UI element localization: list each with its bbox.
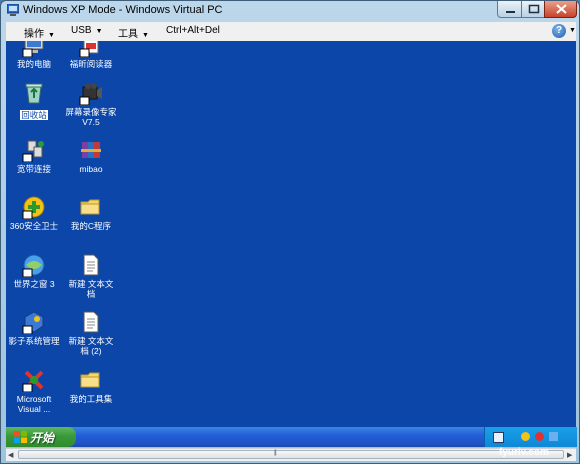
pdf-reader-icon <box>79 41 99 57</box>
menu-bar: 操作 ▼ USB ▼ 工具 ▼ Ctrl+Alt+Del ? ▼ <box>6 22 576 42</box>
desktop-icon-foxit-reader[interactable]: 福昕阅读器 <box>61 41 121 69</box>
360-security-icon <box>22 196 45 219</box>
shadow-system-icon <box>22 311 44 334</box>
system-tray <box>484 427 577 447</box>
xp-desktop: 我的电脑 福昕阅读器 回收站 屏幕录像专家 V7.5 宽带连接 mibao 36… <box>6 41 576 427</box>
desktop-icon-label: 我的C程序 <box>70 221 112 231</box>
desktop-icon-shadow-system[interactable]: 影子系统管理 <box>6 310 64 346</box>
desktop-icon-label: 福昕阅读器 <box>69 59 113 69</box>
close-icon <box>556 4 567 14</box>
desktop-icon-microsoft-visual[interactable]: Microsoft Visual ... <box>6 368 64 414</box>
windows-logo-icon <box>14 431 27 443</box>
scrollbar-grip-icon: ||| <box>274 450 277 456</box>
desktop-icon-theworld-browser[interactable]: 世界之窗 3 <box>6 253 64 289</box>
desktop-icon-label-line2: 档 (2) <box>80 346 102 356</box>
desktop-icon-label: 新建 文本文 <box>68 336 114 346</box>
virtual-pc-window: Windows XP Mode - Windows Virtual PC 操作 ▼… <box>0 0 580 464</box>
desktop-icon-label-line2: 档 <box>86 289 96 299</box>
scroll-right-icon[interactable]: ▶ <box>567 451 572 459</box>
text-document-icon <box>83 254 99 276</box>
close-button[interactable] <box>544 1 577 18</box>
tray-security-icon[interactable] <box>521 432 530 441</box>
help-chevron-icon[interactable]: ▼ <box>569 27 576 34</box>
visual-studio-icon <box>22 370 44 392</box>
tray-network-icon[interactable] <box>493 432 504 443</box>
broadband-icon <box>22 140 44 162</box>
text-document-icon <box>83 311 99 333</box>
watermark: fyuriv.com <box>499 447 549 458</box>
menu-actions-label: 操作 <box>24 29 44 40</box>
minimize-icon <box>506 11 515 13</box>
desktop-icon-label-line2: V7.5 <box>82 117 100 127</box>
help-button[interactable]: ? <box>552 24 566 38</box>
desktop-icon-my-computer[interactable]: 我的电脑 <box>6 41 64 69</box>
chevron-down-icon: ▼ <box>48 32 55 39</box>
desktop-icon-screen-recorder[interactable]: 屏幕录像专家 V7.5 <box>61 81 121 127</box>
desktop-icon-label: 世界之窗 3 <box>13 279 55 289</box>
start-button[interactable]: 开始 <box>6 427 76 447</box>
virtual-pc-icon <box>7 4 19 16</box>
desktop-icon-360-security[interactable]: 360安全卫士 <box>6 195 64 231</box>
tray-volume-icon[interactable] <box>549 432 558 441</box>
menu-usb[interactable]: USB ▼ <box>71 25 103 36</box>
start-label: 开始 <box>30 431 55 445</box>
maximize-button[interactable] <box>521 1 545 18</box>
desktop-icon-new-text-document[interactable]: 新建 文本文 档 <box>61 253 121 299</box>
menu-usb-label: USB <box>71 25 92 36</box>
desktop-icon-recycle-bin[interactable]: 回收站 <box>6 81 64 123</box>
folder-icon <box>80 199 100 215</box>
desktop-icon-label: 屏幕录像专家 <box>65 107 117 117</box>
desktop-icon-label: Microsoft <box>16 394 52 404</box>
menu-ctrl-alt-del[interactable]: Ctrl+Alt+Del <box>166 25 220 36</box>
desktop-icon-label: 宽带连接 <box>16 164 51 174</box>
recycle-bin-icon <box>25 83 43 104</box>
chevron-down-icon: ▼ <box>142 32 149 39</box>
desktop-icon-label: mibao <box>79 164 103 174</box>
folder-icon <box>80 372 100 388</box>
scrollbar-thumb[interactable] <box>18 450 564 459</box>
desktop-icon-label: 新建 文本文 <box>68 279 114 289</box>
minimize-button[interactable] <box>497 1 522 18</box>
desktop-icon-label-line2: Visual ... <box>17 404 51 414</box>
menu-tools-label: 工具 <box>118 29 138 40</box>
menu-actions[interactable]: 操作 ▼ <box>24 25 55 40</box>
desktop-icon-label: 360安全卫士 <box>9 221 59 231</box>
desktop-icon-mibao[interactable]: mibao <box>61 138 121 174</box>
computer-icon <box>22 41 44 57</box>
title-bar[interactable]: Windows XP Mode - Windows Virtual PC <box>1 1 579 21</box>
desktop-icon-label: 影子系统管理 <box>8 336 60 346</box>
scroll-left-icon[interactable]: ◀ <box>8 451 13 459</box>
browser-icon <box>22 254 45 277</box>
desktop-icon-my-toolkit[interactable]: 我的工具集 <box>61 368 121 404</box>
menu-ctrl-alt-del-label: Ctrl+Alt+Del <box>166 25 220 36</box>
window-title: Windows XP Mode - Windows Virtual PC <box>23 4 223 16</box>
menu-tools[interactable]: 工具 ▼ <box>118 25 149 40</box>
xp-taskbar: 开始 <box>6 427 577 447</box>
desktop-icon-label: 我的工具集 <box>69 394 113 404</box>
horizontal-scrollbar[interactable]: ◀ ||| ▶ <box>6 448 576 461</box>
desktop-icon-broadband[interactable]: 宽带连接 <box>6 138 64 174</box>
chevron-down-icon: ▼ <box>95 28 103 35</box>
desktop-icon-my-c-programs[interactable]: 我的C程序 <box>61 195 121 231</box>
winrar-icon <box>81 142 101 158</box>
desktop-icon-new-text-document-2[interactable]: 新建 文本文 档 (2) <box>61 310 121 356</box>
desktop-icon-label: 回收站 <box>20 110 48 120</box>
tray-alert-icon[interactable] <box>535 432 544 441</box>
maximize-icon <box>528 4 540 14</box>
screen-recorder-icon <box>79 83 102 105</box>
desktop-icon-label: 我的电脑 <box>16 59 51 69</box>
